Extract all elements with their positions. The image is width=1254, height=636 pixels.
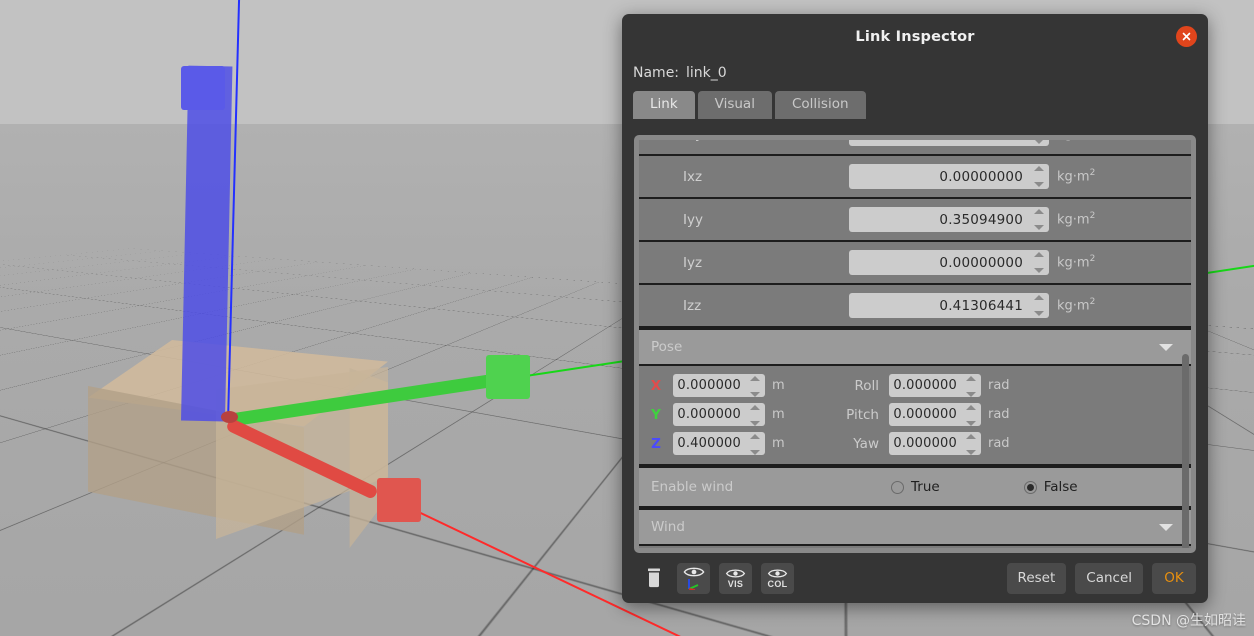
property-label: Ixz xyxy=(683,168,703,185)
pose-roll-spinbox[interactable]: 0.000000 xyxy=(889,374,981,397)
link-name-value: link_0 xyxy=(686,65,727,81)
gizmo-z-arm[interactable] xyxy=(181,65,233,422)
pose-yaw-label: Yaw xyxy=(853,435,879,452)
pose-y-spinbox[interactable]: 0.000000 xyxy=(673,403,765,426)
pose-yaw-spinbox[interactable]: 0.000000 xyxy=(889,432,981,455)
link-name-row: Name: link_0 xyxy=(622,59,1208,85)
eye-vis-icon[interactable]: VIS xyxy=(719,562,752,594)
chevron-down-icon[interactable] xyxy=(1159,523,1173,531)
properties-list[interactable]: Ixy 0.00000000 kg·m2 Ixz 0.00000000 kg·m… xyxy=(639,140,1191,548)
pose-section-header[interactable]: Pose xyxy=(639,328,1191,366)
gizmo-x-handle[interactable] xyxy=(377,478,421,522)
wind-section-label: Wind xyxy=(651,519,685,535)
watermark: CSDN @生如昭诖 xyxy=(1131,613,1246,629)
pose-x-unit: m xyxy=(772,378,785,393)
pose-roll-unit: rad xyxy=(988,378,1010,393)
pose-row-z: Z 0.400000 m Yaw 0.000000 rad xyxy=(639,429,1191,458)
pose-axis-x-label: X xyxy=(650,377,662,394)
pose-yaw-unit: rad xyxy=(988,436,1010,451)
enable-wind-false-radio[interactable]: False xyxy=(1023,479,1078,495)
enable-wind-label: Enable wind xyxy=(651,479,734,495)
tab-collision[interactable]: Collision xyxy=(774,91,866,119)
link-name-label: Name: xyxy=(633,65,680,81)
spinner-arrows-icon[interactable] xyxy=(964,434,977,455)
pose-roll-label: Roll xyxy=(854,377,879,394)
eye-col-label: COL xyxy=(767,578,788,589)
trash-icon[interactable] xyxy=(640,563,668,594)
ixz-spinbox[interactable]: 0.00000000 xyxy=(849,164,1049,189)
gizmo-z-handle[interactable] xyxy=(181,66,225,110)
spinner-arrows-icon[interactable] xyxy=(748,376,761,397)
cancel-button[interactable]: Cancel xyxy=(1075,562,1143,594)
eye-col-icon[interactable]: COL xyxy=(761,562,794,594)
eye-axes-icon[interactable] xyxy=(677,562,710,594)
pose-fields: X 0.000000 m Roll 0.000000 rad Y 0.00000… xyxy=(639,366,1191,466)
property-label: Iyz xyxy=(683,254,703,271)
gizmo-y-handle[interactable] xyxy=(486,355,530,399)
close-icon[interactable] xyxy=(1176,26,1197,47)
chevron-down-icon[interactable] xyxy=(1159,343,1173,351)
pose-y-unit: m xyxy=(772,407,785,422)
radio-icon-selected xyxy=(1023,480,1037,494)
izz-spinbox[interactable]: 0.41306441 xyxy=(849,293,1049,318)
spinner-arrows-icon[interactable] xyxy=(964,376,977,397)
property-label: Iyy xyxy=(683,211,703,228)
pose-axis-z-label: Z xyxy=(651,435,661,452)
pose-row-x: X 0.000000 m Roll 0.000000 rad xyxy=(639,371,1191,400)
dialog-tabs: Link Visual Collision xyxy=(622,91,1208,119)
pose-z-unit: m xyxy=(772,436,785,451)
spinner-arrows-icon[interactable] xyxy=(748,434,761,455)
eye-vis-label: VIS xyxy=(727,578,744,589)
property-unit: kg·m2 xyxy=(1057,211,1096,228)
property-row-izz[interactable]: Izz 0.41306441 kg·m2 xyxy=(639,285,1191,328)
dialog-title: Link Inspector xyxy=(855,28,975,45)
properties-scrollbar[interactable] xyxy=(1182,354,1189,548)
property-row-iyy[interactable]: Iyy 0.35094900 kg·m2 xyxy=(639,199,1191,242)
pose-pitch-spinbox[interactable]: 0.000000 xyxy=(889,403,981,426)
spinner-arrows-icon[interactable] xyxy=(748,405,761,426)
pose-pitch-label: Pitch xyxy=(846,406,879,423)
spinner-arrows-icon[interactable] xyxy=(964,405,977,426)
property-row-iyz[interactable]: Iyz 0.00000000 kg·m2 xyxy=(639,242,1191,285)
enable-wind-true-label: True xyxy=(911,479,940,495)
pose-x-spinbox[interactable]: 0.000000 xyxy=(673,374,765,397)
tab-link[interactable]: Link xyxy=(633,91,695,119)
spinner-arrows-icon[interactable] xyxy=(1032,140,1045,144)
enable-wind-false-label: False xyxy=(1043,479,1078,495)
property-unit: kg·m2 xyxy=(1049,140,1095,142)
radio-icon xyxy=(891,480,904,494)
spinner-arrows-icon[interactable] xyxy=(1032,166,1045,187)
tab-visual[interactable]: Visual xyxy=(697,91,772,119)
property-row-ixy[interactable]: Ixy 0.00000000 kg·m2 xyxy=(639,140,1191,156)
reset-button[interactable]: Reset xyxy=(1006,562,1067,594)
property-unit: kg·m2 xyxy=(1057,254,1096,271)
wind-section-header[interactable]: Wind xyxy=(639,508,1191,546)
pose-axis-y-label: Y xyxy=(651,406,661,423)
property-row-ixz[interactable]: Ixz 0.00000000 kg·m2 xyxy=(639,156,1191,199)
property-unit: kg·m2 xyxy=(1057,297,1096,314)
spinner-arrows-icon[interactable] xyxy=(1032,295,1045,316)
ok-button[interactable]: OK xyxy=(1152,562,1196,594)
pose-z-spinbox[interactable]: 0.400000 xyxy=(673,432,765,455)
spinner-arrows-icon[interactable] xyxy=(1032,252,1045,273)
gizmo-origin[interactable] xyxy=(221,411,238,423)
ixy-spinbox[interactable]: 0.00000000 xyxy=(849,140,1049,146)
property-label: Ixy xyxy=(639,140,849,142)
property-label: Izz xyxy=(683,297,702,314)
enable-wind-true-radio[interactable]: True xyxy=(891,479,940,495)
axes-triad-icon xyxy=(687,579,698,590)
spinner-arrows-icon[interactable] xyxy=(1032,209,1045,230)
pose-row-y: Y 0.000000 m Pitch 0.000000 rad xyxy=(639,400,1191,429)
enable-wind-row: Enable wind True False xyxy=(639,466,1191,508)
link-properties-panel: Ixy 0.00000000 kg·m2 Ixz 0.00000000 kg·m… xyxy=(634,135,1196,553)
pose-section-label: Pose xyxy=(651,339,683,355)
iyy-spinbox[interactable]: 0.35094900 xyxy=(849,207,1049,232)
pose-pitch-unit: rad xyxy=(988,407,1010,422)
property-unit: kg·m2 xyxy=(1057,168,1096,185)
dialog-footer: VIS COL Reset Cancel OK xyxy=(622,553,1208,603)
iyz-spinbox[interactable]: 0.00000000 xyxy=(849,250,1049,275)
link-inspector-dialog: Link Inspector Name: link_0 Link Visual … xyxy=(622,14,1208,603)
dialog-titlebar: Link Inspector xyxy=(622,14,1208,59)
